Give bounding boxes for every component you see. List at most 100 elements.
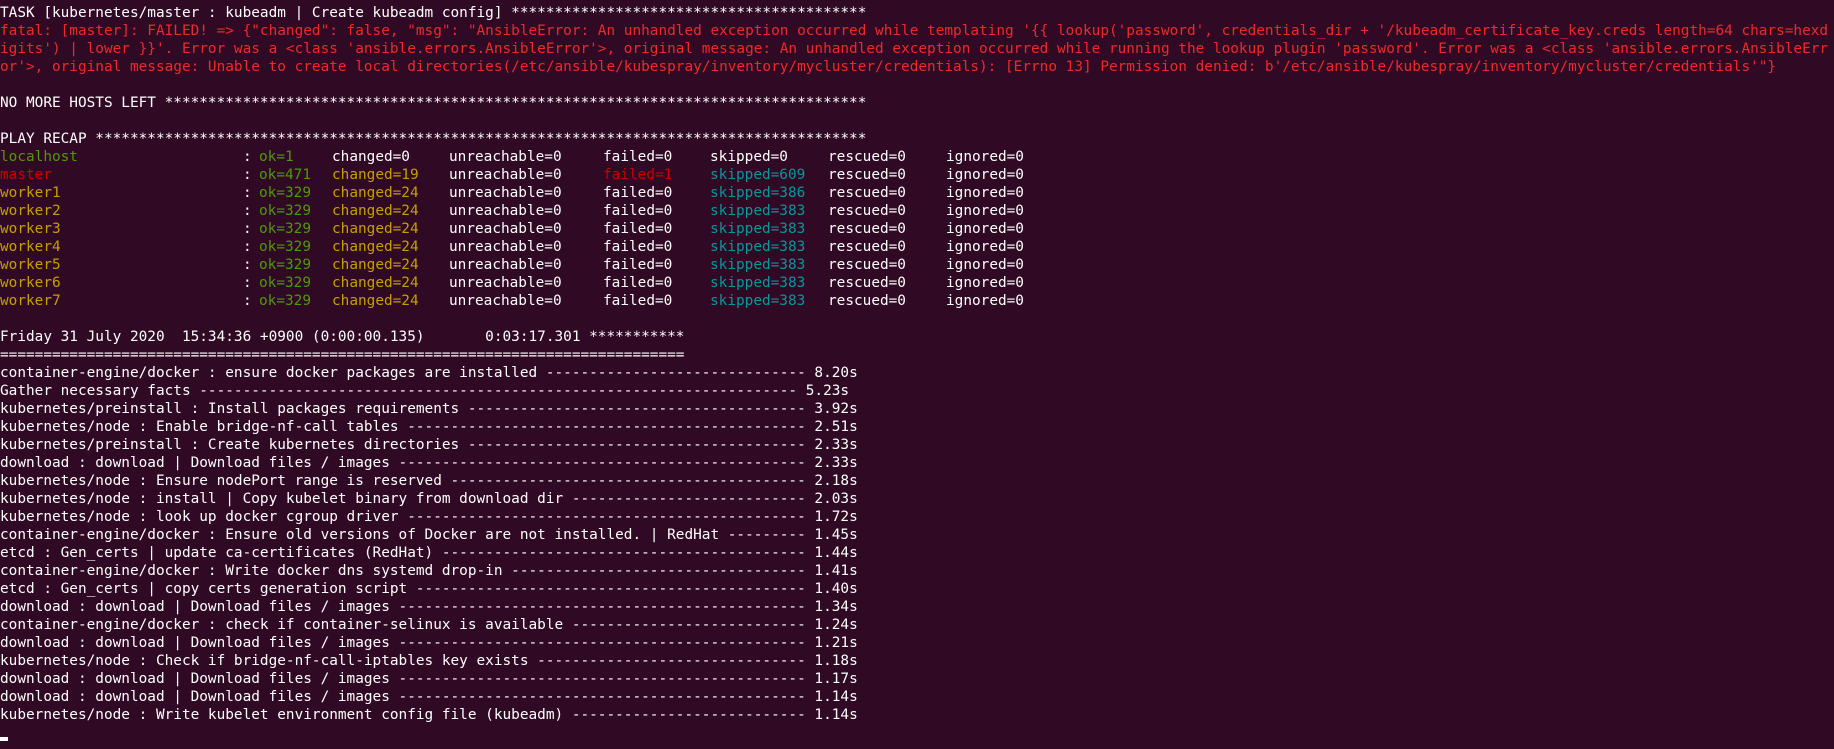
no-more-hosts-line: NO MORE HOSTS LEFT *********************… (0, 95, 867, 111)
timing-duration: 1.21s (814, 635, 858, 651)
recap-row-worker1: worker1: ok=329 changed=24 unreachable=0 fai… (0, 184, 1834, 202)
recap-ignored: ignored=0 (946, 239, 1024, 255)
recap-changed: changed=24 (332, 275, 419, 291)
timing-task: kubernetes/preinstall : Install packages… (0, 401, 806, 417)
recap-row-worker3: worker3: ok=329 changed=24 unreachable=0 fai… (0, 220, 1834, 238)
recap-host: worker4 (0, 239, 61, 255)
prompt-line[interactable] (0, 724, 1834, 742)
fatal-error-message: fatal: [master]: FAILED! => {"changed": … (0, 23, 1829, 75)
timing-duration: 1.14s (814, 689, 858, 705)
timing-row: container-engine/docker : ensure docker … (0, 364, 1834, 382)
recap-ignored: ignored=0 (946, 221, 1024, 237)
recap-rescued: rescued=0 (828, 293, 906, 309)
timing-duration: 1.14s (814, 707, 858, 723)
timing-row: etcd : Gen_certs | copy certs generation… (0, 580, 1834, 598)
recap-unreachable: unreachable=0 (449, 221, 562, 237)
recap-unreachable: unreachable=0 (449, 257, 562, 273)
timing-duration: 2.03s (814, 491, 858, 507)
timing-task: kubernetes/node : Enable bridge-nf-call … (0, 419, 806, 435)
timing-row: download : download | Download files / i… (0, 688, 1834, 706)
timing-row: kubernetes/node : Enable bridge-nf-call … (0, 418, 1834, 436)
timing-row: kubernetes/node : look up docker cgroup … (0, 508, 1834, 526)
timing-row: kubernetes/preinstall : Install packages… (0, 400, 1834, 418)
recap-host: worker1 (0, 185, 61, 201)
separator-line: ========================================… (0, 347, 685, 363)
recap-colon: : (243, 239, 252, 255)
recap-unreachable: unreachable=0 (449, 293, 562, 309)
recap-rescued: rescued=0 (828, 257, 906, 273)
recap-skipped: skipped=383 (710, 275, 806, 291)
recap-ignored: ignored=0 (946, 257, 1024, 273)
recap-row-worker5: worker5: ok=329 changed=24 unreachable=0 fai… (0, 256, 1834, 274)
recap-changed: changed=19 (332, 167, 419, 183)
task-header: TASK [kubernetes/master : kubeadm | Crea… (0, 5, 867, 21)
recap-ignored: ignored=0 (946, 185, 1024, 201)
timing-row: kubernetes/node : install | Copy kubelet… (0, 490, 1834, 508)
timing-duration: 2.18s (814, 473, 858, 489)
timing-row: container-engine/docker : Ensure old ver… (0, 526, 1834, 544)
recap-row-localhost: localhost: ok=1 changed=0 unreachable=0 fail… (0, 148, 1834, 166)
timing-row: kubernetes/node : Write kubelet environm… (0, 706, 1834, 724)
timing-duration: 1.44s (814, 545, 858, 561)
terminal-window[interactable]: TASK [kubernetes/master : kubeadm | Crea… (0, 0, 1834, 749)
timing-task: container-engine/docker : Write docker d… (0, 563, 806, 579)
recap-ok: ok=329 (259, 221, 311, 237)
recap-changed: changed=24 (332, 293, 419, 309)
timing-duration: 1.18s (814, 653, 858, 669)
recap-ok: ok=471 (259, 167, 311, 183)
recap-changed: changed=24 (332, 239, 419, 255)
timing-task: container-engine/docker : check if conta… (0, 617, 806, 633)
timing-task: download : download | Download files / i… (0, 671, 806, 687)
timing-row: kubernetes/node : Ensure nodePort range … (0, 472, 1834, 490)
timing-duration: 2.51s (814, 419, 858, 435)
recap-colon: : (243, 257, 252, 273)
recap-ok: ok=1 (259, 149, 294, 165)
recap-changed: changed=24 (332, 257, 419, 273)
timing-duration: 1.34s (814, 599, 858, 615)
recap-skipped: skipped=383 (710, 257, 806, 273)
timing-duration: 1.41s (814, 563, 858, 579)
recap-rescued: rescued=0 (828, 203, 906, 219)
timing-task: etcd : Gen_certs | update ca-certificate… (0, 545, 806, 561)
recap-rescued: rescued=0 (828, 167, 906, 183)
recap-host: worker3 (0, 221, 61, 237)
recap-row-worker2: worker2: ok=329 changed=24 unreachable=0 fai… (0, 202, 1834, 220)
timing-duration: 1.45s (814, 527, 858, 543)
recap-host: localhost (0, 149, 78, 165)
recap-rescued: rescued=0 (828, 239, 906, 255)
recap-failed: failed=1 (603, 167, 673, 183)
timing-row: download : download | Download files / i… (0, 634, 1834, 652)
recap-unreachable: unreachable=0 (449, 239, 562, 255)
recap-changed: changed=24 (332, 185, 419, 201)
recap-rescued: rescued=0 (828, 221, 906, 237)
timing-task: kubernetes/node : Ensure nodePort range … (0, 473, 806, 489)
recap-row-worker6: worker6: ok=329 changed=24 unreachable=0 fai… (0, 274, 1834, 292)
recap-ok: ok=329 (259, 185, 311, 201)
recap-skipped: skipped=0 (710, 149, 788, 165)
recap-changed: changed=24 (332, 221, 419, 237)
recap-colon: : (243, 185, 252, 201)
timing-task: download : download | Download files / i… (0, 689, 806, 705)
task-timings-list: container-engine/docker : ensure docker … (0, 364, 1834, 724)
timing-task: kubernetes/node : Write kubelet environm… (0, 707, 806, 723)
play-recap-table: localhost: ok=1 changed=0 unreachable=0 fail… (0, 148, 1834, 310)
timing-task: kubernetes/node : Check if bridge-nf-cal… (0, 653, 806, 669)
timing-task: download : download | Download files / i… (0, 455, 806, 471)
timing-duration: 2.33s (814, 437, 858, 453)
timing-row: etcd : Gen_certs | update ca-certificate… (0, 544, 1834, 562)
recap-colon: : (243, 275, 252, 291)
timing-duration: 3.92s (814, 401, 858, 417)
timing-row: download : download | Download files / i… (0, 670, 1834, 688)
recap-failed: failed=0 (603, 149, 673, 165)
recap-colon: : (243, 221, 252, 237)
recap-host: worker7 (0, 293, 61, 309)
recap-unreachable: unreachable=0 (449, 185, 562, 201)
recap-colon: : (243, 167, 252, 183)
recap-changed: changed=0 (332, 149, 410, 165)
timing-duration: 1.40s (814, 581, 858, 597)
recap-host: master (0, 167, 52, 183)
recap-ok: ok=329 (259, 275, 311, 291)
timing-task: download : download | Download files / i… (0, 599, 806, 615)
